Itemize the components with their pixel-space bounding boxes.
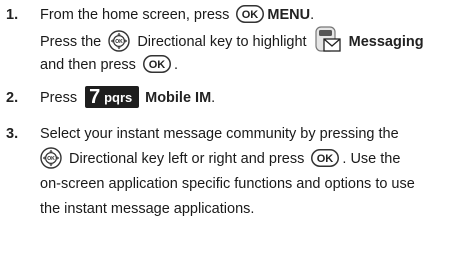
ok-key-icon — [143, 55, 171, 73]
step-text: . Use the — [342, 151, 401, 167]
step-text: Press — [40, 90, 78, 106]
ok-key-icon — [236, 5, 264, 23]
key-7-pqrs-icon: 7 pqrs — [85, 86, 140, 109]
step-text: Press the — [40, 33, 102, 50]
menu-label: MENU — [267, 7, 311, 23]
messaging-envelope-icon — [315, 26, 341, 54]
period: . — [310, 7, 315, 23]
period: . — [173, 57, 178, 73]
messaging-label: Messaging — [348, 33, 424, 50]
step-line: the instant message applications. — [40, 197, 470, 222]
step-text: the instant message applications. — [40, 201, 255, 217]
step-body: Press 7 pqrs Mobile IM. — [40, 86, 470, 111]
step-line: on-screen application specific functions… — [40, 172, 470, 197]
directional-key-icon — [108, 30, 130, 52]
directional-key-icon — [40, 147, 62, 169]
step-line: Select your instant message community by… — [40, 122, 470, 147]
mobile-im-label: Mobile IM — [145, 90, 212, 106]
ok-key-icon — [311, 149, 339, 167]
step-text: on-screen application specific functions… — [40, 176, 415, 192]
step-body: Select your instant message community by… — [40, 122, 470, 222]
step-line: Press the Directional key to highlight M… — [40, 28, 470, 53]
step-text: and then press — [40, 57, 136, 73]
step-number: 1. — [6, 7, 19, 23]
step-line: From the home screen, press MENU. — [40, 3, 470, 28]
step-line: and then press . — [40, 53, 470, 78]
period: . — [211, 90, 216, 106]
step-body: From the home screen, press MENU. Press … — [40, 3, 470, 78]
step-number: 2. — [6, 90, 19, 106]
step-text: From the home screen, press — [40, 7, 230, 23]
step-text: Select your instant message community by… — [40, 126, 399, 142]
step-text: Directional key left or right and press — [69, 151, 305, 167]
step-line: Press 7 pqrs Mobile IM. — [40, 86, 470, 111]
step-line: Directional key left or right and press … — [40, 147, 470, 172]
step-number: 3. — [6, 126, 19, 142]
step-text: Directional key to highlight — [137, 33, 307, 50]
